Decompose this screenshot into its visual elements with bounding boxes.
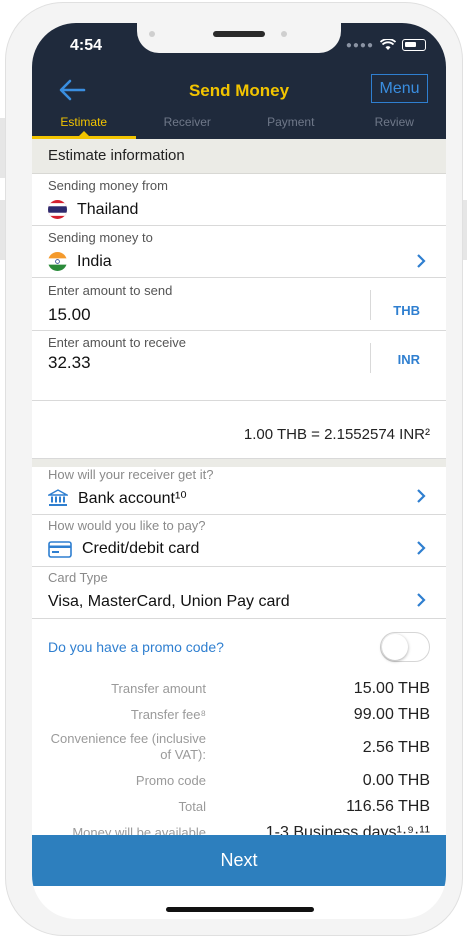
notch-sensor	[149, 31, 155, 37]
pay-method-value: Credit/debit card	[82, 540, 200, 557]
menu-button[interactable]: Menu	[371, 74, 428, 103]
tab-payment[interactable]: Payment	[239, 112, 343, 139]
toggle-knob	[382, 634, 408, 660]
tab-receiver[interactable]: Receiver	[136, 112, 240, 139]
chevron-right-icon[interactable]	[416, 541, 426, 555]
battery-icon	[402, 39, 426, 51]
section-divider	[32, 459, 446, 467]
notch-speaker	[213, 31, 265, 37]
credit-card-icon	[48, 540, 72, 558]
sending-from-value-wrap: Thailand	[48, 200, 138, 219]
sending-from-label: Sending money from	[48, 178, 168, 193]
summary-value: 15.00 THB	[353, 680, 430, 697]
receive-amount-input[interactable]: 32.33	[48, 353, 91, 373]
divider	[370, 343, 371, 373]
summary-key: Promo code	[135, 773, 206, 788]
summary-key: Total	[178, 799, 206, 814]
sending-to-label: Sending money to	[48, 230, 153, 245]
thailand-flag-icon	[48, 200, 67, 219]
receive-amount-row: Enter amount to receive 32.33 INR	[32, 331, 446, 401]
summary-value: 116.56 THB	[346, 798, 430, 815]
section-title: Estimate information	[32, 139, 446, 174]
card-type-label: Card Type	[48, 570, 108, 585]
summary-value: 99.00 THB	[353, 706, 430, 723]
chevron-right-icon[interactable]	[416, 489, 426, 503]
card-type-row[interactable]: Card Type Visa, MasterCard, Union Pay ca…	[32, 567, 446, 619]
summary-key: Convenience fee (inclusive of VAT):	[50, 731, 206, 762]
exchange-rate: 1.00 THB = 2.1552574 INR²	[243, 426, 430, 443]
wifi-icon	[380, 39, 396, 50]
send-amount-row: Enter amount to send 15.00 THB	[32, 278, 446, 331]
phone-frame: 4:54 ●●●● Send Money Menu Estimate Recei…	[5, 2, 463, 936]
status-time: 4:54	[70, 37, 103, 54]
bank-icon	[48, 489, 68, 506]
pay-method-label: How would you like to pay?	[48, 518, 206, 533]
chevron-right-icon[interactable]	[416, 593, 426, 607]
send-amount-input[interactable]: 15.00	[48, 305, 91, 325]
receive-method-label: How will your receiver get it?	[48, 467, 214, 482]
phone-notch	[137, 23, 341, 53]
receive-method-value-wrap: Bank account¹⁰	[48, 488, 187, 508]
exchange-rate-row: 1.00 THB = 2.1552574 INR²	[32, 401, 446, 459]
home-indicator	[166, 907, 314, 912]
promo-code-toggle[interactable]	[380, 632, 430, 662]
receive-currency[interactable]: INR	[398, 352, 420, 367]
promo-code-row: Do you have a promo code?	[32, 619, 446, 675]
status-icons: ●●●●	[346, 39, 426, 51]
receive-amount-label: Enter amount to receive	[48, 335, 187, 350]
summary-value: 0.00 THB	[362, 772, 430, 789]
divider	[370, 290, 371, 320]
tab-review[interactable]: Review	[343, 112, 447, 139]
receive-method-row[interactable]: How will your receiver get it? Bank acco…	[32, 467, 446, 515]
send-currency[interactable]: THB	[393, 303, 420, 318]
sending-from-row[interactable]: Sending money from Thailand	[32, 174, 446, 226]
summary-key: Transfer amount	[111, 681, 206, 696]
summary-value: 2.56 THB	[362, 739, 430, 756]
sending-to-value-wrap: India	[48, 252, 112, 271]
india-flag-icon	[48, 252, 67, 271]
signal-icon: ●●●●	[345, 39, 374, 51]
sending-to-row[interactable]: Sending money to India	[32, 226, 446, 278]
sending-to-value: India	[77, 252, 112, 270]
app-screen: 4:54 ●●●● Send Money Menu Estimate Recei…	[32, 23, 446, 919]
sending-from-value: Thailand	[77, 200, 139, 218]
tab-estimate[interactable]: Estimate	[32, 112, 136, 139]
promo-code-question[interactable]: Do you have a promo code?	[48, 639, 224, 655]
notch-camera	[281, 31, 287, 37]
step-tabs: Estimate Receiver Payment Review	[32, 112, 446, 139]
pay-method-row[interactable]: How would you like to pay? Credit/debit …	[32, 515, 446, 567]
next-button[interactable]: Next	[32, 835, 446, 886]
card-type-value: Visa, MasterCard, Union Pay card	[48, 593, 290, 610]
receive-method-value: Bank account¹⁰	[78, 490, 187, 507]
pay-method-value-wrap: Credit/debit card	[48, 540, 199, 558]
send-amount-label: Enter amount to send	[48, 283, 173, 298]
summary-key: Transfer fee⁸	[130, 707, 206, 722]
chevron-right-icon[interactable]	[416, 254, 426, 268]
